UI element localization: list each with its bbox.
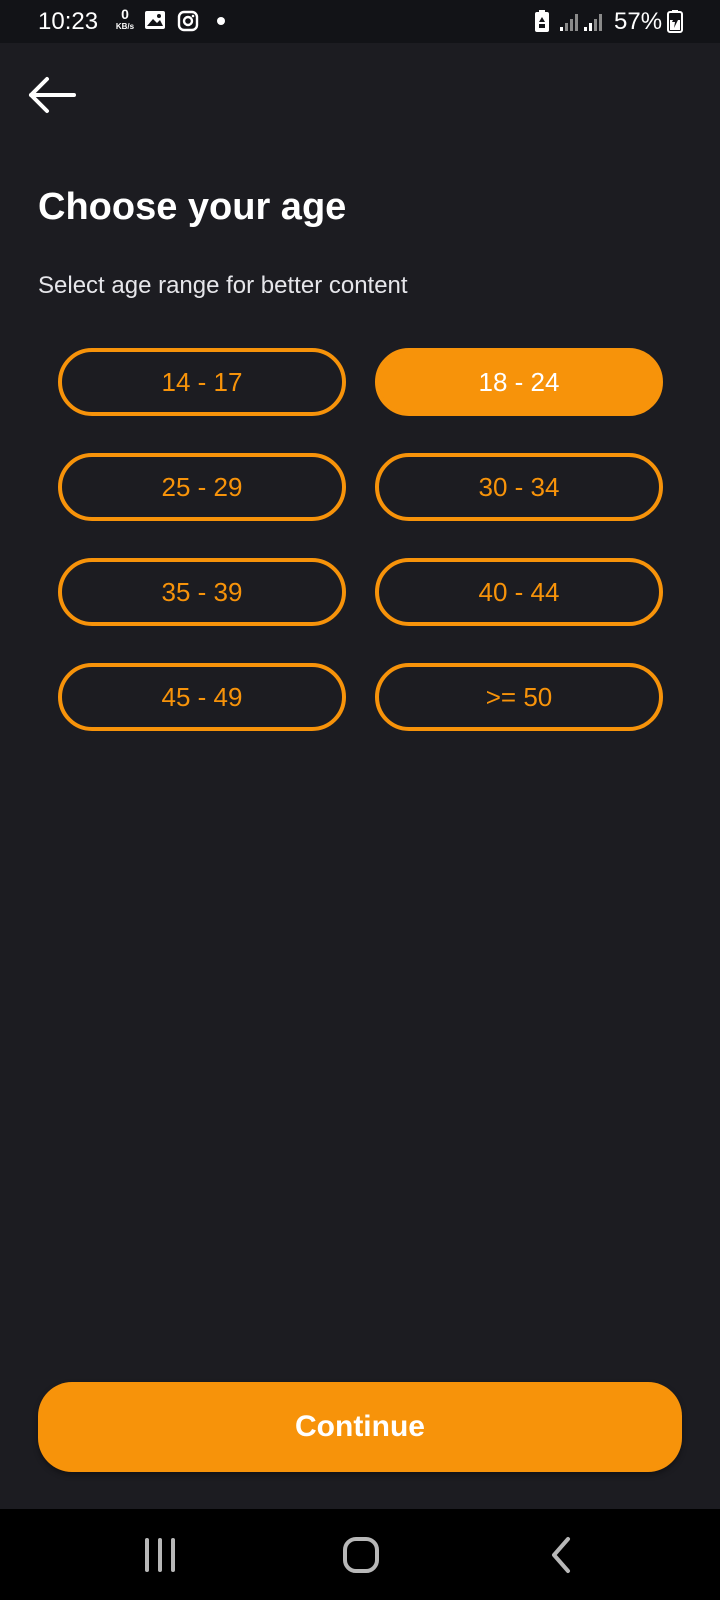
image-icon xyxy=(144,10,166,35)
network-speed-unit: KB/s xyxy=(115,22,135,31)
battery-saver-icon xyxy=(534,9,550,38)
system-navigation-bar xyxy=(0,1509,720,1600)
status-time: 10:23 xyxy=(38,8,99,35)
network-speed-value: 0 xyxy=(121,6,129,22)
status-bar: 10:23 0 KB/s 57% xyxy=(0,0,720,43)
continue-button[interactable]: Continue xyxy=(38,1382,682,1472)
age-option-25-29[interactable]: 25 - 29 xyxy=(58,453,346,521)
network-speed-indicator: 0 KB/s xyxy=(112,6,138,36)
instagram-icon xyxy=(177,10,199,37)
home-icon xyxy=(343,1537,379,1573)
battery-icon xyxy=(667,9,683,38)
age-selection-screen: 10:23 0 KB/s 57% Choose your age Select … xyxy=(0,0,720,1600)
recent-apps-icon xyxy=(145,1538,175,1572)
age-option-50-plus[interactable]: >= 50 xyxy=(375,663,663,731)
signal-icon xyxy=(584,12,606,37)
age-option-45-49[interactable]: 45 - 49 xyxy=(58,663,346,731)
age-option-18-24[interactable]: 18 - 24 xyxy=(375,348,663,416)
age-option-14-17[interactable]: 14 - 17 xyxy=(58,348,346,416)
age-option-35-39[interactable]: 35 - 39 xyxy=(58,558,346,626)
battery-percent: 57% xyxy=(614,8,663,35)
back-button[interactable] xyxy=(22,70,82,120)
age-option-30-34[interactable]: 30 - 34 xyxy=(375,453,663,521)
age-range-options: 14 - 17 18 - 24 25 - 29 30 - 34 35 - 39 … xyxy=(58,348,663,731)
page-title: Choose your age xyxy=(38,186,347,228)
signal-icon xyxy=(560,12,582,37)
notification-dot-icon xyxy=(217,17,225,25)
arrow-left-icon xyxy=(29,77,76,113)
nav-back-button[interactable] xyxy=(532,1527,592,1583)
age-option-40-44[interactable]: 40 - 44 xyxy=(375,558,663,626)
page-subtitle: Select age range for better content xyxy=(38,272,408,299)
home-button[interactable] xyxy=(331,1527,391,1583)
back-icon xyxy=(552,1537,570,1573)
recent-apps-button[interactable] xyxy=(130,1527,190,1583)
